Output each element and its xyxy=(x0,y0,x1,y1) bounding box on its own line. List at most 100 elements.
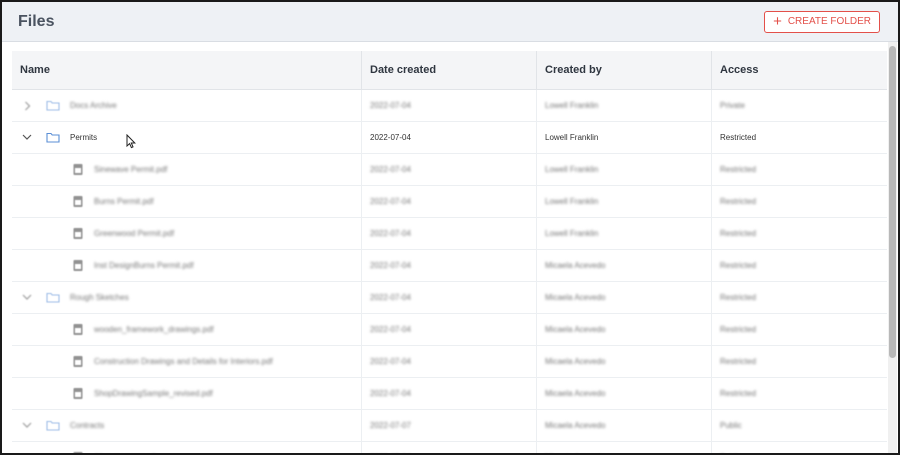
pdf-file-icon xyxy=(72,259,84,272)
column-header-date-created[interactable]: Date created xyxy=(362,51,537,89)
cell-date-created: 2022-07-04 xyxy=(362,346,537,377)
table-row[interactable]: Inst DesignBurns Permit.pdf 2022-07-04 Mic… xyxy=(12,250,887,282)
name-content: Sinewave Permit.pdf xyxy=(20,163,167,176)
cell-access: Restricted xyxy=(712,154,887,185)
cell-access-text: Restricted xyxy=(720,229,757,238)
cell-access: Restricted xyxy=(712,186,887,217)
cell-access: Restricted xyxy=(712,282,887,313)
pdf-file-icon xyxy=(72,355,84,368)
table-row[interactable]: Greenwood Permit.pdf 2022-07-04 Lowell Fra… xyxy=(12,218,887,250)
folder-name[interactable]: Contracts xyxy=(70,421,104,430)
table-row[interactable]: Contracts 2022-07-07 Micaela Acevedo Public xyxy=(12,410,887,442)
cell-created-by: Micaela Acevedo xyxy=(537,410,712,441)
column-header-access[interactable]: Access xyxy=(712,51,887,89)
vertical-scrollbar[interactable] xyxy=(888,42,897,453)
create-folder-button[interactable]: + CREATE FOLDER xyxy=(764,10,880,33)
table-row[interactable]: Construction Drawings and Details for In… xyxy=(12,346,887,378)
column-header-name[interactable]: Name xyxy=(12,51,362,89)
file-name[interactable]: Construction Drawings and Details for In… xyxy=(94,357,273,366)
pdf-file-icon xyxy=(72,163,84,176)
name-content: Burns Permit.pdf xyxy=(20,195,154,208)
cell-access-text: Restricted xyxy=(720,165,757,174)
file-name[interactable]: Inst DesignBurns Permit.pdf xyxy=(94,261,194,270)
cell-date-created: 2022-07-04 xyxy=(362,314,537,345)
cell-date-created-text: 2022-07-04 xyxy=(370,261,411,270)
cell-created-by-text: Micaela Acevedo xyxy=(545,293,606,302)
cell-name: Permits xyxy=(12,122,362,153)
files-table: Name Date created Created by Access Docs… xyxy=(12,51,887,453)
cell-created-by: Lowell Franklin xyxy=(537,154,712,185)
cell-created-by-text: Lowell Franklin xyxy=(545,165,599,174)
cell-created-by: Micaela Acevedo xyxy=(537,282,712,313)
scrollbar-thumb[interactable] xyxy=(889,46,896,358)
table-row[interactable]: Permits 2022-07-04 Lowell Franklin Restrict… xyxy=(12,122,887,154)
cell-created-by-text: Lowell Franklin xyxy=(545,229,599,238)
cell-access-text: Restricted xyxy=(720,261,757,270)
folder-name[interactable]: Docs Archive xyxy=(70,101,117,110)
file-name[interactable]: ShopDrawingSample_revised.pdf xyxy=(94,389,213,398)
cell-date-created-text: 2022-07-04 xyxy=(370,165,411,174)
table-row[interactable]: wooden_framework_drawings.pdf 2022-07-04 M… xyxy=(12,314,887,346)
file-name[interactable]: wooden_framework_drawings.pdf xyxy=(94,325,214,334)
cell-access: Restricted xyxy=(712,250,887,281)
name-content: Rough Sketches xyxy=(20,292,129,303)
folder-icon xyxy=(46,132,60,143)
cell-created-by: Lowell Franklin xyxy=(537,218,712,249)
table-row[interactable]: Sinewave Permit.pdf 2022-07-04 Lowell Fran… xyxy=(12,154,887,186)
name-content: Docs Archive xyxy=(20,100,117,111)
pdf-file-icon xyxy=(72,227,84,240)
chevron-down-icon[interactable] xyxy=(20,294,34,301)
folder-name[interactable]: Permits xyxy=(70,133,97,142)
cell-name: Docs Archive xyxy=(12,90,362,121)
cell-created-by-text: Micaela Acevedo xyxy=(545,389,606,398)
cell-name: Alice contract.pdf xyxy=(12,442,362,453)
column-header-created-by[interactable]: Created by xyxy=(537,51,712,89)
cell-created-by-text: Micaela Acevedo xyxy=(545,421,606,430)
chevron-right-icon[interactable] xyxy=(20,101,34,111)
table-body: Docs Archive 2022-07-04 Lowell Franklin Pri… xyxy=(12,90,887,453)
folder-name[interactable]: Rough Sketches xyxy=(70,293,129,302)
cell-access-text: Public xyxy=(720,421,742,430)
cell-created-by: Micaela Acevedo xyxy=(537,346,712,377)
cell-date-created: 2022-07-04 xyxy=(362,154,537,185)
table-row[interactable]: Burns Permit.pdf 2022-07-04 Lowell Frankli… xyxy=(12,186,887,218)
cell-name: Inst DesignBurns Permit.pdf xyxy=(12,250,362,281)
cell-created-by-text: Micaela Acevedo xyxy=(545,357,606,366)
file-name[interactable]: Sinewave Permit.pdf xyxy=(94,165,167,174)
file-name[interactable]: Burns Permit.pdf xyxy=(94,197,154,206)
table-row[interactable]: Rough Sketches 2022-07-04 Micaela Acevedo R… xyxy=(12,282,887,314)
cell-name: Burns Permit.pdf xyxy=(12,186,362,217)
cell-date-created: 2022-07-04 xyxy=(362,282,537,313)
table-header: Name Date created Created by Access xyxy=(12,51,887,90)
cell-access-text: Restricted xyxy=(720,325,757,334)
cell-date-created-text: 2022-07-04 xyxy=(370,197,411,206)
plus-icon: + xyxy=(773,12,782,30)
cell-created-by: Lowell Franklin xyxy=(537,186,712,217)
name-content: Construction Drawings and Details for In… xyxy=(20,355,273,368)
cell-name: Contracts xyxy=(12,410,362,441)
table-row[interactable]: Alice contract.pdf 2022-07-04Micaela Acev… xyxy=(12,442,887,453)
cell-access: Public xyxy=(712,442,887,453)
cell-created-by-text: Micaela Acevedo xyxy=(545,261,606,270)
chevron-down-icon[interactable] xyxy=(20,422,34,429)
cell-created-by: Lowell Franklin xyxy=(537,122,712,153)
cell-name: Sinewave Permit.pdf xyxy=(12,154,362,185)
file-name[interactable]: Greenwood Permit.pdf xyxy=(94,229,174,238)
table-row[interactable]: ShopDrawingSample_revised.pdf 2022-07-04 M… xyxy=(12,378,887,410)
table-row[interactable]: Docs Archive 2022-07-04 Lowell Franklin Pri… xyxy=(12,90,887,122)
page-title: Files xyxy=(18,12,55,30)
cell-date-created: 2022-07-04 xyxy=(362,122,537,153)
mouse-cursor-icon xyxy=(126,134,136,149)
cell-access-text: Restricted xyxy=(720,357,757,366)
cell-date-created-text: 2022-07-04 xyxy=(370,293,411,302)
cell-date-created: 2022-07-04 xyxy=(362,442,537,453)
cell-date-created: 2022-07-07 xyxy=(362,410,537,441)
cell-date-created-text: 2022-07-04 xyxy=(370,229,411,238)
cell-created-by: Lowell Franklin xyxy=(537,90,712,121)
cell-access: Restricted xyxy=(712,122,887,153)
name-content: Inst DesignBurns Permit.pdf xyxy=(20,259,194,272)
cell-name: ShopDrawingSample_revised.pdf xyxy=(12,378,362,409)
cell-date-created-text: 2022-07-04 xyxy=(370,101,411,110)
chevron-down-icon[interactable] xyxy=(20,134,34,141)
cell-date-created-text: 2022-07-07 xyxy=(370,421,411,430)
